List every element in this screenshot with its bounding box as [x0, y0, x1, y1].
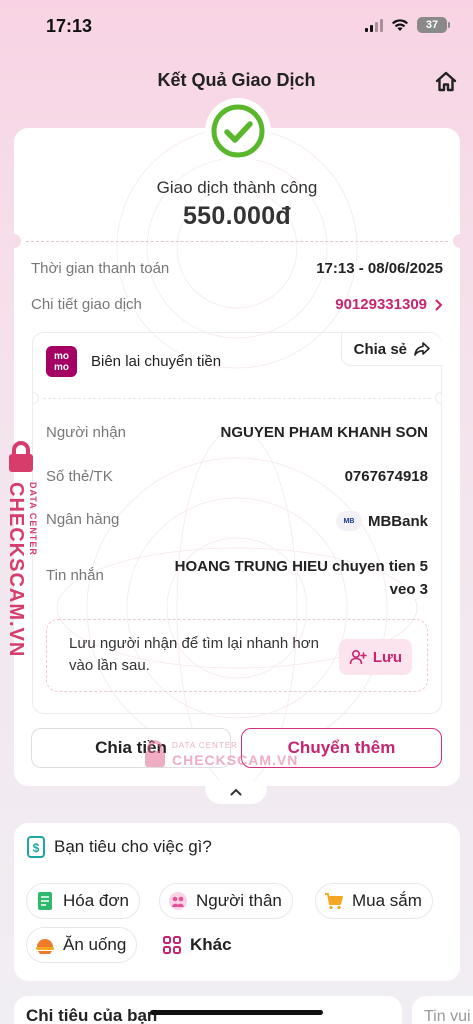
category-shopping[interactable]: Mua sắm — [315, 883, 433, 919]
receipt-notch-right — [435, 392, 441, 404]
save-recipient-button[interactable]: Lưu — [338, 639, 412, 675]
collapse-toggle[interactable] — [205, 780, 267, 804]
message-value: HOANG TRUNG HIEU chuyen tien 5 veo 3 — [175, 555, 428, 601]
transaction-status: Giao dịch thành công — [156, 178, 318, 197]
spending-title: Bạn tiêu cho việc gì? — [54, 837, 212, 856]
card-notch-left — [7, 234, 21, 248]
good-news-card[interactable]: Tin vui — [412, 996, 473, 1024]
recipient-row: Người nhận NGUYEN PHAM KHANH SON — [46, 424, 428, 441]
receipt-title: Biên lai chuyển tiền — [91, 353, 222, 370]
bank-value: MB MBBank — [335, 511, 428, 531]
transaction-id: 90129331309 — [335, 296, 427, 313]
success-check-icon — [211, 104, 265, 158]
chevron-up-icon — [230, 788, 242, 796]
status-bar: 17:13 37 — [0, 0, 473, 52]
wifi-icon — [392, 19, 408, 31]
category-family[interactable]: Người thân — [159, 883, 293, 919]
transaction-card: Giao dịch thành công 550.000đ Thời gian … — [7, 98, 467, 786]
watermark-small-center: DATA CENTER — [172, 741, 238, 750]
save-label: Lưu — [372, 648, 402, 666]
bill-icon — [35, 891, 55, 911]
momo-logo-bottom: mo — [54, 361, 69, 373]
share-icon — [414, 342, 430, 356]
success-badge — [205, 98, 271, 164]
payment-time-row: Thời gian thanh toán 17:13 - 08/06/2025 — [31, 260, 443, 277]
battery-level: 37 — [425, 19, 439, 31]
category-label: Hóa đơn — [63, 891, 129, 910]
svg-text:$: $ — [33, 841, 40, 855]
page-title: Kết Quả Giao Dịch — [157, 70, 316, 90]
add-user-icon — [349, 649, 367, 665]
share-label: Chia sẻ — [353, 340, 407, 358]
message-row: Tin nhắn HOANG TRUNG HIEU chuyen tien 5 … — [46, 555, 428, 601]
watermark-center: DATA CENTER CHECKSCAM.VN — [142, 735, 302, 775]
receipt-notch-left — [33, 392, 39, 404]
cart-icon — [324, 891, 344, 911]
save-recipient-box: Lưu người nhận để tìm lại nhanh hơn vào … — [46, 619, 428, 692]
receipt-dollar-icon: $ — [27, 836, 45, 858]
transaction-detail-row[interactable]: Chi tiết giao dịch 90129331309 — [31, 296, 443, 313]
bank-label: Ngân hàng — [46, 511, 120, 528]
food-icon — [35, 935, 55, 955]
category-label: Mua sắm — [352, 891, 422, 910]
account-value: 0767674918 — [344, 468, 428, 485]
card-notch-right — [453, 234, 467, 248]
bank-row: Ngân hàng MB MBBank — [46, 511, 428, 531]
mbbank-icon: MB — [335, 511, 362, 531]
transaction-id-link[interactable]: 90129331309 — [335, 296, 443, 313]
momo-logo: mo mo — [46, 346, 77, 377]
momo-logo-top: mo — [54, 350, 69, 362]
your-spending-title: Chi tiêu của bạn — [26, 1006, 158, 1024]
recipient-label: Người nhận — [46, 424, 126, 441]
grid-icon — [162, 935, 182, 955]
category-label: Người thân — [196, 891, 282, 910]
recipient-value: NGUYEN PHAM KHANH SON — [220, 424, 428, 441]
signal-icon — [365, 18, 383, 32]
transaction-detail-label: Chi tiết giao dịch — [31, 296, 142, 313]
receipt-panel: mo mo Biên lai chuyển tiền Chia sẻ Người… — [32, 332, 442, 714]
payment-time-label: Thời gian thanh toán — [31, 260, 170, 277]
category-food[interactable]: Ăn uống — [26, 927, 138, 963]
payment-time-value: 17:13 - 08/06/2025 — [316, 260, 443, 277]
message-line-2: veo 3 — [389, 581, 428, 598]
message-line-1: HOANG TRUNG HIEU chuyen tien 5 — [174, 558, 428, 575]
share-button[interactable]: Chia sẻ — [340, 333, 442, 366]
bank-name: MBBank — [367, 512, 428, 530]
category-label: Khác — [190, 935, 232, 954]
watermark-big-side: CHECKSCAM.VN — [5, 482, 27, 658]
account-row: Số thẻ/TK 0767674918 — [46, 468, 428, 485]
home-indicator — [150, 1010, 323, 1015]
spending-category-card: $ Bạn tiêu cho việc gì? Hóa đơn Người th… — [14, 823, 460, 981]
chevron-right-icon — [435, 299, 443, 310]
status-time: 17:13 — [46, 16, 93, 36]
category-label: Ăn uống — [63, 935, 127, 954]
good-news-title: Tin vui — [424, 1008, 471, 1024]
receipt-divider — [43, 398, 431, 399]
home-button[interactable] — [433, 69, 459, 95]
divider — [26, 241, 448, 242]
save-recipient-text: Lưu người nhận để tìm lại nhanh hơn vào … — [69, 635, 319, 674]
status-icons: 37 — [365, 17, 450, 33]
category-other[interactable]: Khác — [162, 935, 232, 955]
home-icon — [435, 71, 457, 92]
lock-icon — [145, 740, 165, 767]
family-icon — [168, 891, 188, 911]
watermark-small-side: DATA CENTER — [28, 482, 38, 556]
category-bill[interactable]: Hóa đơn — [26, 883, 140, 919]
transaction-amount: 550.000đ — [182, 202, 292, 230]
watermark-big-center: CHECKSCAM.VN — [172, 752, 299, 768]
message-label: Tin nhắn — [46, 567, 104, 584]
account-label: Số thẻ/TK — [46, 468, 113, 485]
lock-icon — [9, 441, 33, 472]
battery-icon: 37 — [417, 17, 450, 33]
